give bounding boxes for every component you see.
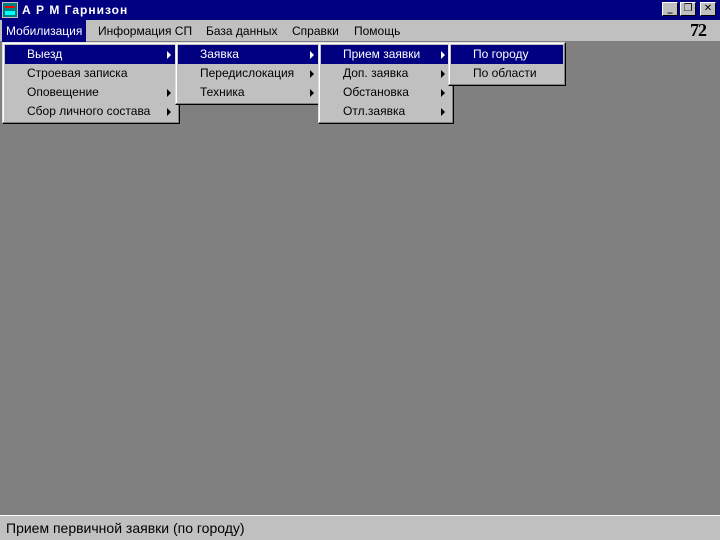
status-text: Прием первичной заявки (по городу) (6, 520, 245, 536)
menu-item-by-region[interactable]: По области (451, 64, 563, 83)
menu-item-request-intake[interactable]: Прием заявки (321, 45, 451, 64)
status-bar: Прием первичной заявки (по городу) (0, 515, 720, 540)
counter-display: 72 (690, 20, 707, 40)
submenu-mobilization: Выезд Строевая записка Оповещение Сбор л… (2, 42, 180, 124)
minimize-button[interactable]: _ (662, 2, 678, 16)
chevron-right-icon (167, 108, 171, 116)
menu-database[interactable]: База данных (202, 20, 281, 42)
restore-button[interactable]: ❐ (680, 2, 696, 16)
menu-item-departure[interactable]: Выезд (5, 45, 177, 64)
submenu-departure: Заявка Передислокация Техника (175, 42, 323, 105)
chevron-right-icon (310, 89, 314, 97)
chevron-right-icon (441, 108, 445, 116)
menu-item-equipment[interactable]: Техника (178, 83, 320, 102)
chevron-right-icon (441, 89, 445, 97)
app-icon[interactable] (2, 2, 18, 18)
menu-item-deferred-request[interactable]: Отл.заявка (321, 102, 451, 121)
chevron-right-icon (441, 70, 445, 78)
menu-reports[interactable]: Справки (288, 20, 343, 42)
chevron-right-icon (310, 51, 314, 59)
menu-item-notification[interactable]: Оповещение (5, 83, 177, 102)
chevron-right-icon (310, 70, 314, 78)
title-bar: А Р М Гарнизон _ ❐ ✕ (0, 0, 720, 20)
menu-mobilization[interactable]: Мобилизация (2, 20, 87, 42)
chevron-right-icon (167, 51, 171, 59)
menu-bar: Мобилизация Информация СП База данных Сп… (0, 20, 720, 42)
menu-item-roll-note[interactable]: Строевая записка (5, 64, 177, 83)
chevron-right-icon (167, 89, 171, 97)
menu-item-by-city[interactable]: По городу (451, 45, 563, 64)
window-title: А Р М Гарнизон (22, 3, 129, 17)
submenu-request-intake: По городу По области (448, 42, 566, 86)
close-button[interactable]: ✕ (700, 2, 716, 16)
menu-item-personnel-gathering[interactable]: Сбор личного состава (5, 102, 177, 121)
submenu-request: Прием заявки Доп. заявка Обстановка Отл.… (318, 42, 454, 124)
menu-info-sp[interactable]: Информация СП (94, 20, 196, 42)
chevron-right-icon (441, 51, 445, 59)
menu-item-redeployment[interactable]: Передислокация (178, 64, 320, 83)
menu-item-situation[interactable]: Обстановка (321, 83, 451, 102)
menu-help[interactable]: Помощь (350, 20, 404, 42)
menu-item-request[interactable]: Заявка (178, 45, 320, 64)
menu-item-additional-request[interactable]: Доп. заявка (321, 64, 451, 83)
